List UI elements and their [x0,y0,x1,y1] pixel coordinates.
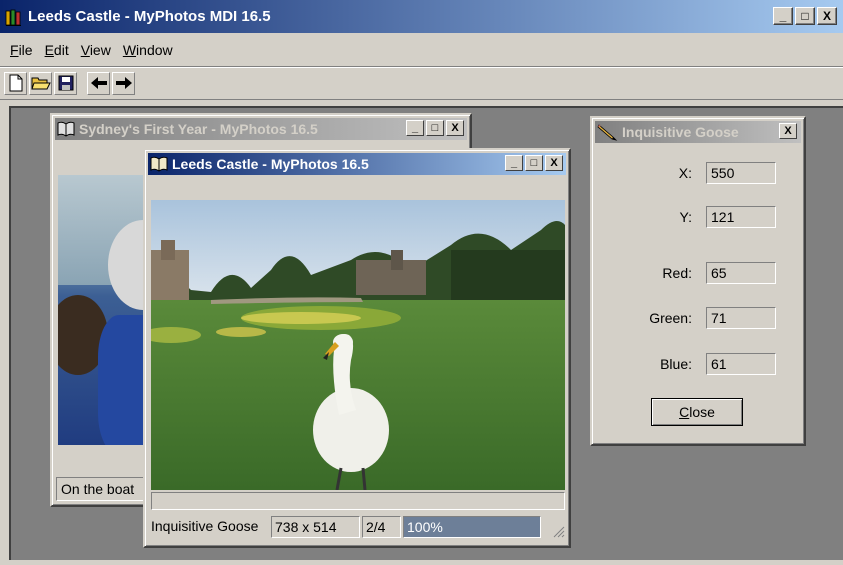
leeds-photo [151,200,565,490]
book-icon [57,121,75,137]
forward-arrow-icon [115,77,132,89]
leeds-caption-strip [151,492,565,510]
status-image-size: 738 x 514 [271,516,360,538]
sydney-caption-field: On the boat [56,477,150,501]
green-label: Green: [649,310,692,326]
sydney-titlebar[interactable]: Sydney's First Year - MyPhotos 16.5 _ □ … [55,118,467,140]
menu-bar: File Edit View Window [0,38,843,62]
blue-label: Blue: [660,356,692,372]
open-button[interactable] [29,71,52,95]
menu-edit[interactable]: Edit [39,40,75,60]
status-image-index: 2/4 [362,516,401,538]
menu-window[interactable]: Window [117,40,179,60]
resize-grip-icon[interactable] [551,524,565,538]
save-disk-icon [58,75,73,91]
red-label: Red: [662,265,692,281]
status-caption: Inquisitive Goose [151,518,259,534]
book-icon [150,156,168,172]
app-books-icon [4,7,24,27]
maximize-button[interactable]: □ [795,7,815,25]
save-button[interactable] [54,71,77,95]
pixel-dialog-close-button[interactable]: X [779,123,797,139]
sydney-photo [58,175,154,445]
open-folder-icon [30,77,51,90]
pixel-dialog-title: Inquisitive Goose [622,124,739,140]
toolbar [0,66,843,100]
x-label: X: [678,165,692,181]
new-file-button[interactable] [4,71,27,95]
sydney-close-button[interactable]: X [446,120,464,136]
pencil-icon [597,124,618,141]
leeds-maximize-button[interactable]: □ [525,155,543,171]
menu-view[interactable]: View [75,40,117,60]
pixel-dialog-titlebar[interactable]: Inquisitive Goose X [595,121,801,143]
sydney-title: Sydney's First Year - MyPhotos 16.5 [79,121,318,137]
x-value: 550 [706,162,776,184]
back-button[interactable] [87,71,110,95]
leeds-minimize-button[interactable]: _ [505,155,523,171]
menu-file[interactable]: File [4,40,39,60]
new-file-icon [9,74,22,92]
forward-button[interactable] [112,71,135,95]
pixel-dialog-close-text-button[interactable]: Close [651,398,743,426]
leeds-window[interactable]: Leeds Castle - MyPhotos 16.5 _ □ X Inqui… [143,148,571,548]
minimize-button[interactable]: _ [773,7,793,25]
back-arrow-icon [90,77,107,89]
sydney-minimize-button[interactable]: _ [406,120,424,136]
leeds-close-button[interactable]: X [545,155,563,171]
leeds-title: Leeds Castle - MyPhotos 16.5 [172,156,369,172]
close-button[interactable]: X [817,7,837,25]
main-titlebar[interactable]: Leeds Castle - MyPhotos MDI 16.5 _ □ X [0,0,843,33]
leeds-titlebar[interactable]: Leeds Castle - MyPhotos 16.5 _ □ X [148,153,566,175]
pixel-info-dialog[interactable]: Inquisitive Goose X X: 550 Y: 121 Red: 6… [590,116,806,446]
sydney-maximize-button[interactable]: □ [426,120,444,136]
status-zoom: 100% [407,519,443,535]
blue-value: 61 [706,353,776,375]
red-value: 65 [706,262,776,284]
status-zoom-progress: 100% [403,516,541,538]
goose-photo-image [151,200,565,490]
y-label: Y: [679,209,692,225]
green-value: 71 [706,307,776,329]
app-title: Leeds Castle - MyPhotos MDI 16.5 [28,8,271,25]
y-value: 121 [706,206,776,228]
